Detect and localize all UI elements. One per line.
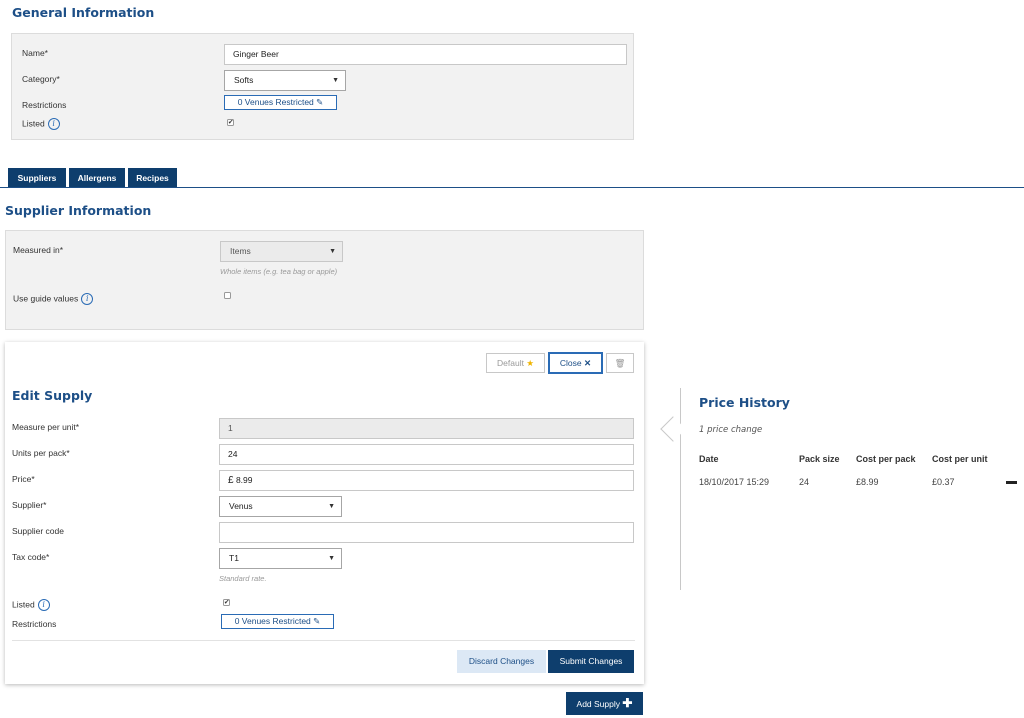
listed-row: Listed i	[22, 118, 60, 130]
supplier-label: Supplier*	[12, 500, 47, 510]
info-icon[interactable]: i	[47, 118, 60, 130]
cell-cost-per-pack: £8.99	[856, 477, 879, 487]
name-input[interactable]: Ginger Beer	[224, 44, 627, 65]
supply-restrictions-label: Restrictions	[12, 619, 57, 629]
listed-checkbox[interactable]: ✔	[227, 119, 234, 126]
edit-supply-title: Edit Supply	[12, 388, 93, 403]
category-select-value: Softs	[234, 75, 254, 85]
cell-pack-size: 24	[799, 477, 810, 487]
column-header-cost-per-pack: Cost per pack	[856, 454, 916, 464]
measured-in-value: Items	[230, 246, 251, 256]
tax-code-hint: Standard rate.	[219, 574, 267, 583]
edit-supply-card: Default ★ Close ✕ 🗑 Edit Supply Measure …	[5, 342, 644, 684]
cell-date: 18/10/2017 15:29	[699, 477, 770, 487]
close-button[interactable]: Close ✕	[548, 352, 603, 374]
star-icon: ★	[526, 358, 534, 368]
close-label: Close	[559, 358, 582, 368]
trash-icon: 🗑	[614, 358, 626, 368]
supplier-code-input[interactable]	[219, 522, 634, 543]
venues-restricted-label: 0 Venues Restricted	[237, 97, 314, 107]
supplier-info-title: Supplier Information	[5, 203, 152, 218]
pencil-icon: ✎	[316, 97, 324, 107]
guide-values-label: Use guide values	[13, 293, 79, 304]
measure-per-unit-input[interactable]: 1	[219, 418, 634, 439]
listed-label: Listed	[22, 118, 45, 129]
price-history-divider	[680, 388, 681, 590]
chevron-down-icon: ▼	[329, 248, 336, 255]
general-info-title: General Information	[12, 5, 155, 20]
collapse-minus-icon[interactable]	[1006, 481, 1017, 484]
price-history-subtitle: 1 price change	[699, 425, 763, 435]
tab-suppliers[interactable]: Suppliers	[8, 168, 66, 188]
price-value: 8.99	[235, 475, 253, 485]
pencil-icon: ✎	[313, 616, 321, 626]
chevron-down-icon: ▼	[328, 555, 335, 562]
column-header-date: Date	[699, 454, 719, 464]
supply-venues-restricted-button[interactable]: 0 Venues Restricted ✎	[221, 614, 334, 629]
cell-cost-per-unit: £0.37	[932, 477, 955, 487]
currency-symbol: £	[228, 475, 234, 486]
venues-restricted-button[interactable]: 0 Venues Restricted ✎	[224, 95, 337, 110]
tax-code-value: T1	[229, 553, 239, 563]
close-icon: ✕	[583, 358, 592, 368]
supply-venues-restricted-label: 0 Venues Restricted	[234, 616, 311, 626]
chevron-down-icon: ▼	[332, 77, 339, 84]
supply-listed-label: Listed	[12, 599, 35, 610]
supplier-select[interactable]: Venus ▼	[219, 496, 342, 517]
tax-code-select[interactable]: T1 ▼	[219, 548, 342, 569]
column-header-pack-size: Pack size	[799, 454, 840, 464]
plus-icon: ✚	[622, 696, 633, 710]
category-label: Category*	[22, 74, 60, 84]
measured-in-select[interactable]: Items ▼	[220, 241, 343, 262]
tab-divider	[0, 187, 1024, 188]
measured-in-label: Measured in*	[13, 245, 64, 255]
tax-code-label: Tax code*	[12, 552, 50, 562]
measure-per-unit-label: Measure per unit*	[12, 422, 80, 432]
trash-button[interactable]: 🗑	[606, 353, 634, 373]
name-label: Name*	[22, 48, 48, 58]
tab-recipes[interactable]: Recipes	[128, 168, 177, 188]
submit-changes-button[interactable]: Submit Changes	[548, 650, 634, 673]
price-history-pointer	[660, 416, 686, 442]
guide-values-row: Use guide values i	[13, 293, 94, 305]
units-per-pack-input[interactable]: 24	[219, 444, 634, 465]
general-info-panel: Name* Ginger Beer Category* Softs ▼ Rest…	[11, 33, 634, 140]
table-row: 18/10/2017 15:29 24 £8.99 £0.37	[699, 477, 1024, 491]
info-icon[interactable]: i	[37, 599, 50, 611]
supplier-code-label: Supplier code	[12, 526, 64, 536]
units-per-pack-label: Units per pack*	[12, 448, 70, 458]
column-header-cost-per-unit: Cost per unit	[932, 454, 988, 464]
supply-listed-row: Listed i	[12, 599, 50, 611]
guide-values-checkbox[interactable]	[224, 292, 231, 299]
add-supply-label: Add Supply	[576, 699, 621, 709]
card-footer-divider	[12, 640, 635, 641]
default-label: Default	[497, 358, 524, 368]
price-input[interactable]: £ 8.99	[219, 470, 634, 491]
price-label: Price*	[12, 474, 35, 484]
supplier-select-value: Venus	[229, 501, 253, 511]
tab-allergens[interactable]: Allergens	[69, 168, 125, 188]
info-icon[interactable]: i	[81, 293, 94, 305]
measured-in-hint: Whole items (e.g. tea bag or apple)	[220, 267, 338, 276]
supplier-info-panel: Measured in* Items ▼ Whole items (e.g. t…	[5, 230, 644, 330]
default-button[interactable]: Default ★	[486, 353, 545, 373]
supply-listed-checkbox[interactable]: ✔	[223, 599, 230, 606]
discard-changes-button[interactable]: Discard Changes	[457, 650, 546, 673]
chevron-down-icon: ▼	[328, 503, 335, 510]
price-history-title: Price History	[699, 395, 790, 410]
restrictions-label: Restrictions	[22, 100, 67, 110]
category-select[interactable]: Softs ▼	[224, 70, 346, 91]
add-supply-button[interactable]: Add Supply ✚	[566, 692, 643, 715]
